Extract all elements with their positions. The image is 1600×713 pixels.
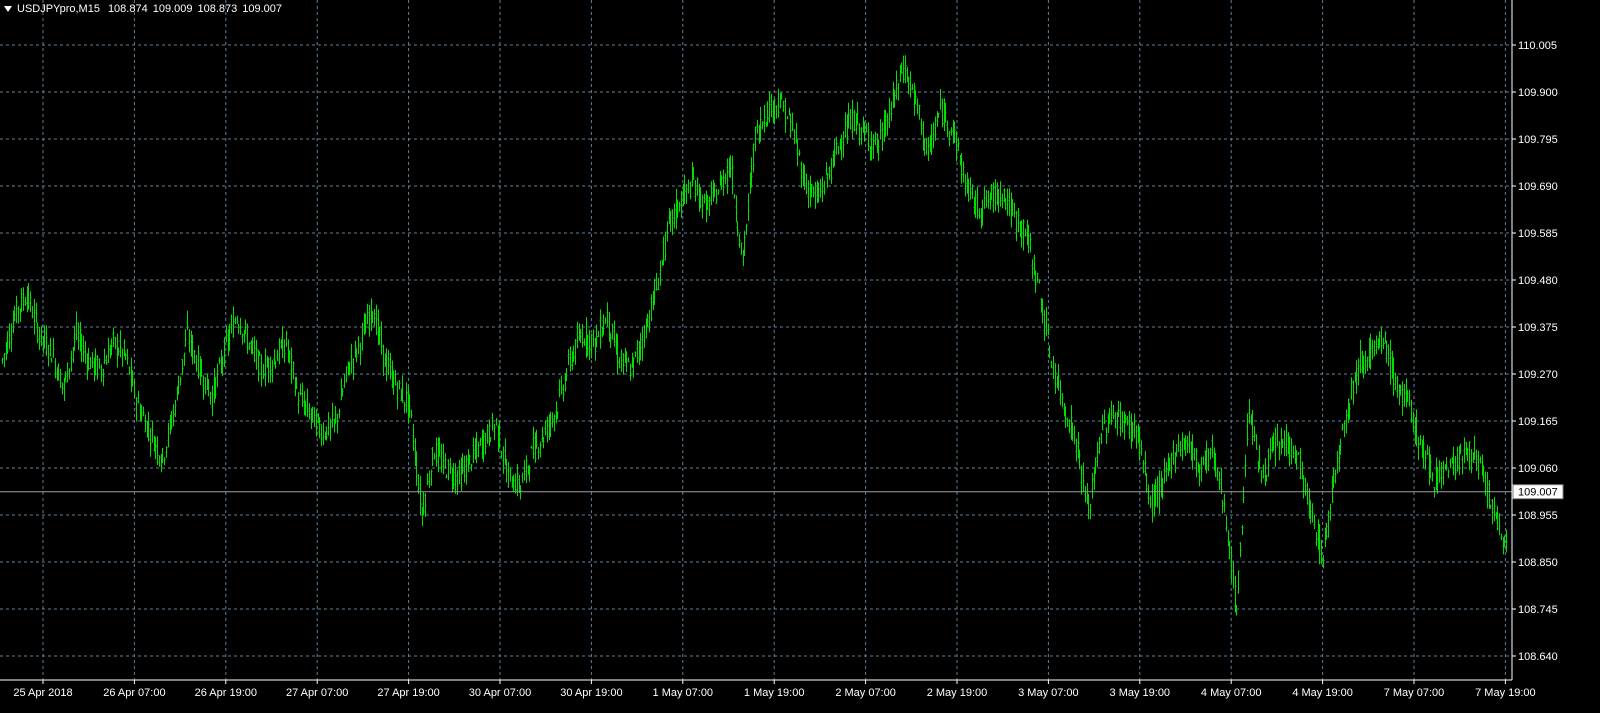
time-tick-label: 30 Apr 07:00: [469, 687, 531, 699]
time-tick-label: 1 May 19:00: [744, 687, 805, 699]
time-tick-label: 4 May 19:00: [1292, 687, 1353, 699]
price-tick-label: 109.375: [1518, 322, 1558, 334]
time-tick-label: 26 Apr 07:00: [103, 687, 165, 699]
time-tick-label: 25 Apr 2018: [13, 687, 72, 699]
price-tick-label: 109.795: [1518, 134, 1558, 146]
time-tick-label: 7 May 07:00: [1384, 687, 1445, 699]
price-tick-label: 109.060: [1518, 463, 1558, 475]
price-tick-label: 109.585: [1518, 228, 1558, 240]
ohlc-bars: [1, 55, 1508, 616]
chart-window[interactable]: 109.007 110.005 109.900 109.795 109.690 109.…: [0, 0, 1600, 713]
price-tick-label: 108.745: [1518, 604, 1558, 616]
price-tick-label: 109.165: [1518, 416, 1558, 428]
price-tick-label: 109.690: [1518, 181, 1558, 193]
ohlc-low: 108.873: [197, 3, 238, 15]
current-price-label: 109.007: [1518, 487, 1558, 499]
time-tick-label: 27 Apr 07:00: [286, 687, 348, 699]
current-price-line: 109.007: [0, 484, 1564, 500]
ohlc-high: 109.009: [152, 3, 193, 15]
time-tick-label: 7 May 19:00: [1475, 687, 1536, 699]
time-tick-label: 3 May 19:00: [1110, 687, 1171, 699]
time-tick-label: 2 May 19:00: [927, 687, 988, 699]
ohlc-close: 109.007: [242, 3, 282, 15]
time-tick-label: 27 Apr 19:00: [377, 687, 439, 699]
ohlc-open: 108.874: [107, 3, 148, 15]
time-tick-label: 26 Apr 19:00: [195, 687, 257, 699]
chart-header: USDJPYpro,M15 108.874 109.009 108.873 10…: [4, 3, 282, 15]
time-axis[interactable]: 25 Apr 2018 26 Apr 07:00 26 Apr 19:00 27 Ap…: [13, 680, 1536, 699]
price-tick-label: 109.480: [1518, 275, 1558, 287]
price-tick-label: 108.955: [1518, 510, 1558, 522]
time-tick-label: 30 Apr 19:00: [560, 687, 622, 699]
time-tick-label: 4 May 07:00: [1201, 687, 1262, 699]
price-tick-label: 108.850: [1518, 557, 1558, 569]
time-tick-label: 3 May 07:00: [1018, 687, 1079, 699]
symbol-timeframe: USDJPYpro,M15: [17, 3, 100, 15]
price-tick-label: 108.640: [1518, 651, 1558, 663]
price-chart[interactable]: 109.007 110.005 109.900 109.795 109.690 109.…: [0, 0, 1600, 713]
price-bars: [1, 55, 1508, 616]
price-axis[interactable]: 110.005 109.900 109.795 109.690 109.585 109.4…: [1512, 40, 1558, 663]
price-tick-label: 110.005: [1518, 40, 1557, 52]
triangle-down-icon[interactable]: [4, 6, 12, 12]
time-tick-label: 2 May 07:00: [835, 687, 896, 699]
price-tick-label: 109.900: [1518, 87, 1558, 99]
time-tick-label: 1 May 07:00: [653, 687, 714, 699]
price-tick-label: 109.270: [1518, 369, 1558, 381]
